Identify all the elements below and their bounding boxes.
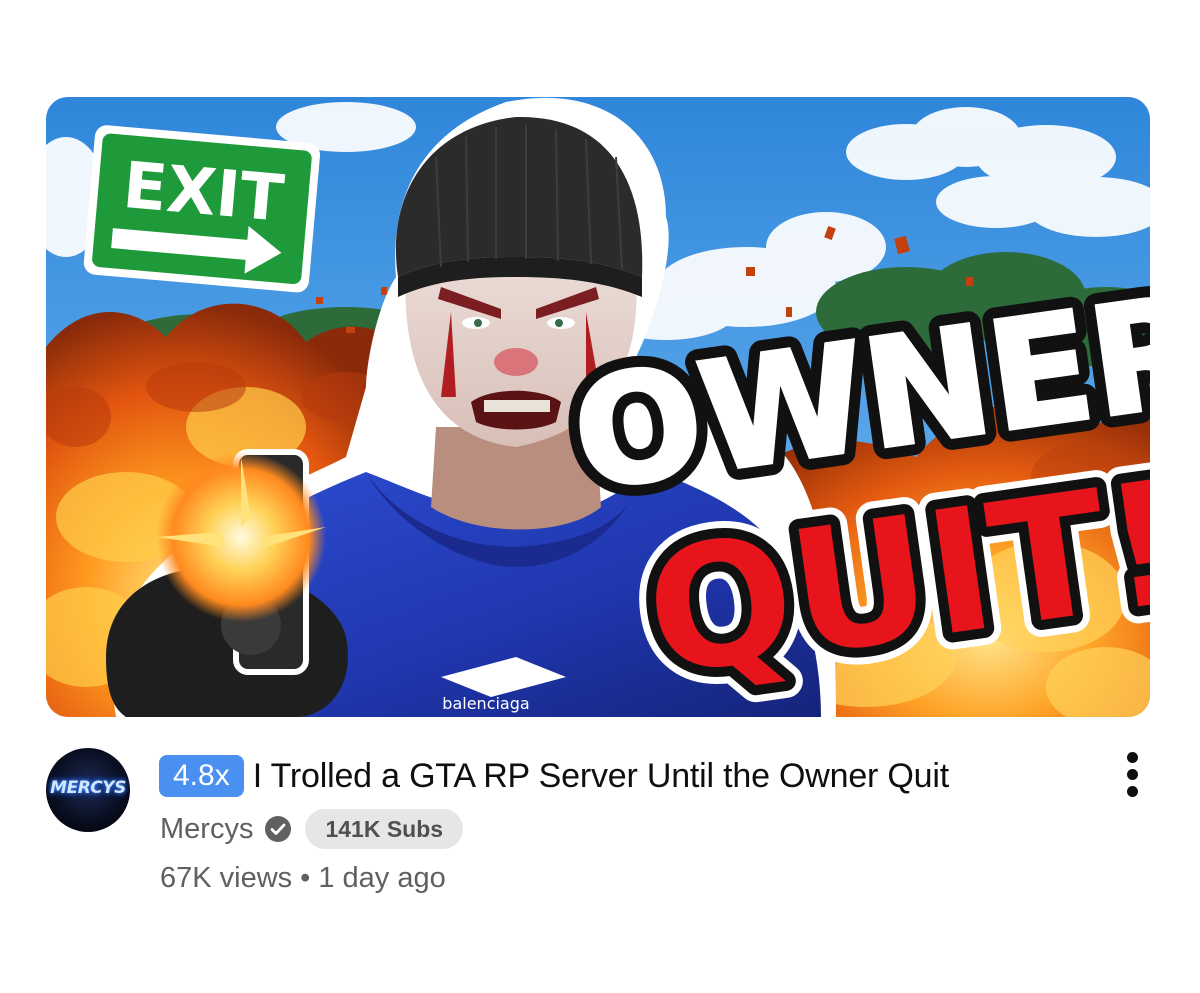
video-title[interactable]: I Trolled a GTA RP Server Until the Owne… <box>253 757 949 796</box>
vertical-dots-icon-mid <box>1127 769 1138 780</box>
exit-sign-text: EXIT <box>120 149 287 237</box>
video-meta: MERCYS 4.8x I Trolled a GTA RP Server Un… <box>0 740 1200 940</box>
video-thumbnail[interactable]: EXIT balenciaga OWNER OWNER QUIT! QUIT! … <box>46 97 1150 717</box>
speed-badge: 4.8x <box>159 755 244 797</box>
title-row: 4.8x I Trolled a GTA RP Server Until the… <box>159 753 949 799</box>
separator-dot: • <box>300 861 311 894</box>
stats-row: 67K views • 1 day ago <box>160 858 446 898</box>
vertical-dots-icon-bottom <box>1127 786 1138 797</box>
view-count: 67K views <box>160 861 293 894</box>
vertical-dots-icon <box>1127 752 1138 763</box>
more-options-button[interactable] <box>1118 752 1148 798</box>
video-card[interactable]: EXIT balenciaga OWNER OWNER QUIT! QUIT! … <box>0 0 1200 993</box>
check-circle-icon <box>265 816 292 842</box>
channel-avatar[interactable]: MERCYS <box>46 748 130 832</box>
upload-age: 1 day ago <box>318 861 446 894</box>
hoodie-logo-text: balenciaga <box>442 694 529 713</box>
avatar-logo-text: MERCYS <box>50 778 126 798</box>
channel-name[interactable]: Mercys <box>160 813 253 846</box>
channel-row: Mercys 141K Subs <box>160 808 464 850</box>
subscriber-count-badge: 141K Subs <box>305 809 464 849</box>
